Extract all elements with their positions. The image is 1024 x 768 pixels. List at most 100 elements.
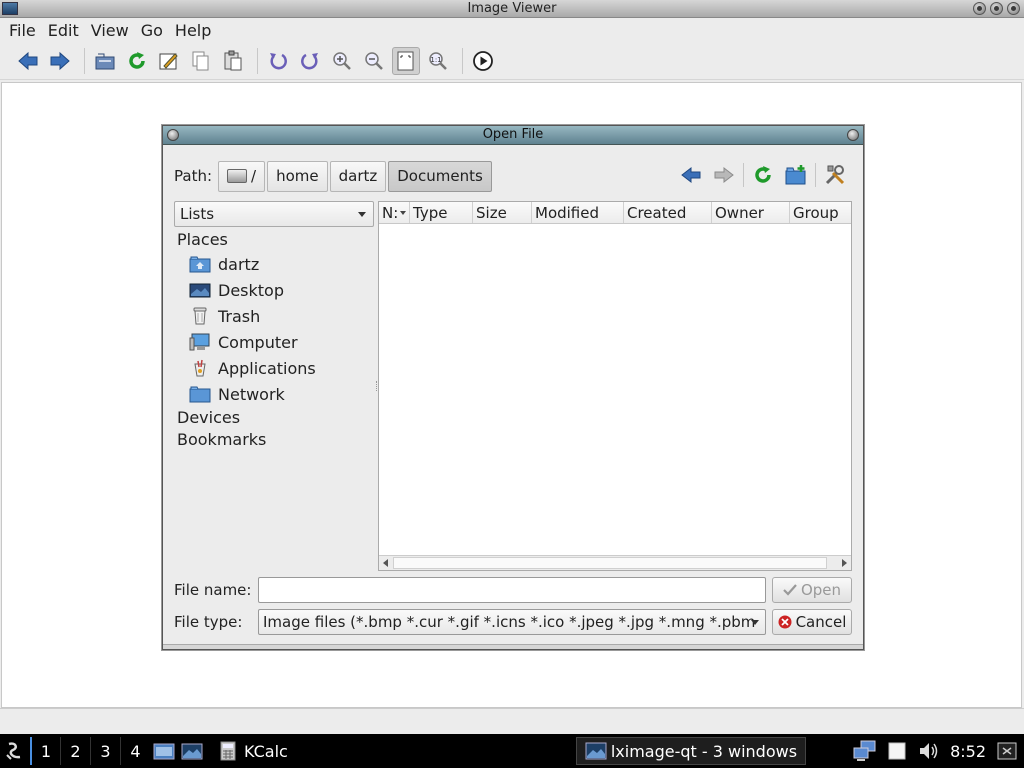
column-label: Created bbox=[627, 204, 687, 222]
reload-icon[interactable] bbox=[749, 161, 777, 189]
file-name-label: File name: bbox=[174, 581, 252, 599]
toolbar-separator bbox=[462, 47, 463, 74]
image-viewer-launcher-icon[interactable] bbox=[178, 737, 206, 765]
minimize-icon[interactable] bbox=[973, 2, 986, 15]
breadcrumb-dartz[interactable]: dartz bbox=[329, 160, 387, 192]
back-arrow-icon[interactable] bbox=[14, 47, 42, 75]
sort-arrow-icon bbox=[400, 211, 406, 215]
zoom-out-icon[interactable] bbox=[360, 47, 388, 75]
open-folder-icon[interactable] bbox=[91, 47, 119, 75]
open-button[interactable]: Open bbox=[772, 577, 852, 603]
computer-icon bbox=[189, 333, 210, 351]
column-owner[interactable]: Owner bbox=[712, 202, 790, 223]
copy-icon[interactable] bbox=[187, 47, 215, 75]
column-label: Modified bbox=[535, 204, 600, 222]
column-label: Group bbox=[793, 204, 839, 222]
chevron-down-icon bbox=[358, 212, 366, 217]
column-group[interactable]: Group bbox=[790, 202, 851, 223]
scroll-left-icon[interactable] bbox=[383, 559, 388, 567]
slideshow-icon[interactable] bbox=[469, 47, 497, 75]
places-heading[interactable]: Places bbox=[174, 229, 374, 251]
taskbar: 1 2 3 4 KCalc lximage-qt - 3 windows 8:5… bbox=[0, 734, 1024, 768]
toolbar: 1:1 bbox=[0, 42, 1024, 80]
file-name-input[interactable] bbox=[258, 577, 766, 603]
home-folder-icon bbox=[189, 256, 211, 273]
menu-help[interactable]: Help bbox=[170, 21, 216, 40]
view-mode-value: Lists bbox=[180, 205, 215, 223]
menu-go[interactable]: Go bbox=[136, 21, 168, 40]
column-label: Type bbox=[413, 204, 448, 222]
devices-heading[interactable]: Devices bbox=[174, 407, 374, 429]
column-label: Owner bbox=[715, 204, 764, 222]
task-lximage[interactable]: lximage-qt - 3 windows bbox=[575, 737, 807, 765]
column-name[interactable]: N: bbox=[379, 202, 410, 223]
image-viewer-icon bbox=[585, 742, 607, 760]
paste-icon[interactable] bbox=[219, 47, 247, 75]
reload-icon[interactable] bbox=[123, 47, 151, 75]
desktop-3-button[interactable]: 3 bbox=[90, 737, 120, 765]
forward-arrow-icon[interactable] bbox=[710, 161, 738, 189]
column-size[interactable]: Size bbox=[473, 202, 532, 223]
place-computer[interactable]: Computer bbox=[174, 329, 374, 355]
dialog-close-icon[interactable] bbox=[847, 129, 859, 141]
task-label: lximage-qt - 3 windows bbox=[610, 741, 798, 761]
window-titlebar[interactable]: Image Viewer bbox=[0, 0, 1024, 18]
place-label: Trash bbox=[218, 306, 261, 326]
scroll-right-icon[interactable] bbox=[842, 559, 847, 567]
menu-file[interactable]: File bbox=[4, 21, 41, 40]
desktop-4-button[interactable]: 4 bbox=[120, 737, 150, 765]
maximize-icon[interactable] bbox=[990, 2, 1003, 15]
breadcrumb-documents[interactable]: Documents bbox=[388, 160, 492, 192]
new-folder-icon[interactable] bbox=[782, 161, 810, 189]
file-type-select[interactable]: Image files (*.bmp *.cur *.gif *.icns *.… bbox=[258, 609, 766, 635]
place-network[interactable]: Network bbox=[174, 381, 374, 407]
trash-icon bbox=[193, 307, 207, 325]
power-icon[interactable] bbox=[994, 738, 1020, 764]
original-size-icon[interactable]: 1:1 bbox=[424, 47, 452, 75]
column-created[interactable]: Created bbox=[624, 202, 712, 223]
view-mode-select[interactable]: Lists bbox=[174, 201, 374, 227]
menu-edit[interactable]: Edit bbox=[43, 21, 84, 40]
task-kcalc[interactable]: KCalc bbox=[212, 737, 296, 765]
settings-tools-icon[interactable] bbox=[821, 161, 849, 189]
close-icon[interactable] bbox=[1007, 2, 1020, 15]
scrollbar-track[interactable] bbox=[393, 557, 827, 569]
breadcrumb-root[interactable]: / bbox=[218, 160, 266, 192]
file-manager-launcher-icon[interactable] bbox=[150, 737, 178, 765]
dialog-titlebar[interactable]: Open File bbox=[163, 126, 863, 145]
column-type[interactable]: Type bbox=[410, 202, 473, 223]
desktop-2-button[interactable]: 2 bbox=[60, 737, 90, 765]
place-trash[interactable]: Trash bbox=[174, 303, 374, 329]
chevron-down-icon bbox=[751, 620, 759, 625]
place-dartz[interactable]: dartz bbox=[174, 251, 374, 277]
place-label: Applications bbox=[218, 358, 316, 378]
place-applications[interactable]: Applications bbox=[174, 355, 374, 381]
cancel-button-label: Cancel bbox=[795, 613, 847, 631]
breadcrumb-home[interactable]: home bbox=[267, 160, 328, 192]
menu-view[interactable]: View bbox=[86, 21, 134, 40]
breadcrumb-root-label: / bbox=[251, 167, 257, 185]
dialog-resize-edge[interactable] bbox=[163, 644, 863, 649]
column-modified[interactable]: Modified bbox=[532, 202, 624, 223]
place-desktop[interactable]: Desktop bbox=[174, 277, 374, 303]
network-icon[interactable] bbox=[852, 738, 878, 764]
clock[interactable]: 8:52 bbox=[950, 742, 986, 761]
start-menu-icon[interactable] bbox=[0, 734, 30, 768]
rotate-cw-icon[interactable] bbox=[296, 47, 324, 75]
fit-window-icon[interactable] bbox=[392, 46, 420, 75]
calculator-icon bbox=[220, 741, 236, 761]
rotate-ccw-icon[interactable] bbox=[264, 47, 292, 75]
file-list[interactable]: N: Type Size Modified Created Owner Grou… bbox=[378, 201, 852, 571]
bookmarks-heading[interactable]: Bookmarks bbox=[174, 429, 374, 451]
place-label: Desktop bbox=[218, 280, 284, 300]
back-arrow-icon[interactable] bbox=[677, 161, 705, 189]
forward-arrow-icon[interactable] bbox=[46, 47, 74, 75]
edit-icon[interactable] bbox=[155, 47, 183, 75]
places-panel: Places dartz Desktop Trash Computer Appl… bbox=[174, 229, 374, 569]
clipboard-icon[interactable] bbox=[884, 738, 910, 764]
horizontal-scrollbar[interactable] bbox=[379, 555, 851, 570]
desktop-1-button[interactable]: 1 bbox=[30, 737, 60, 765]
volume-icon[interactable] bbox=[916, 738, 942, 764]
cancel-button[interactable]: Cancel bbox=[772, 609, 852, 635]
zoom-in-icon[interactable] bbox=[328, 47, 356, 75]
